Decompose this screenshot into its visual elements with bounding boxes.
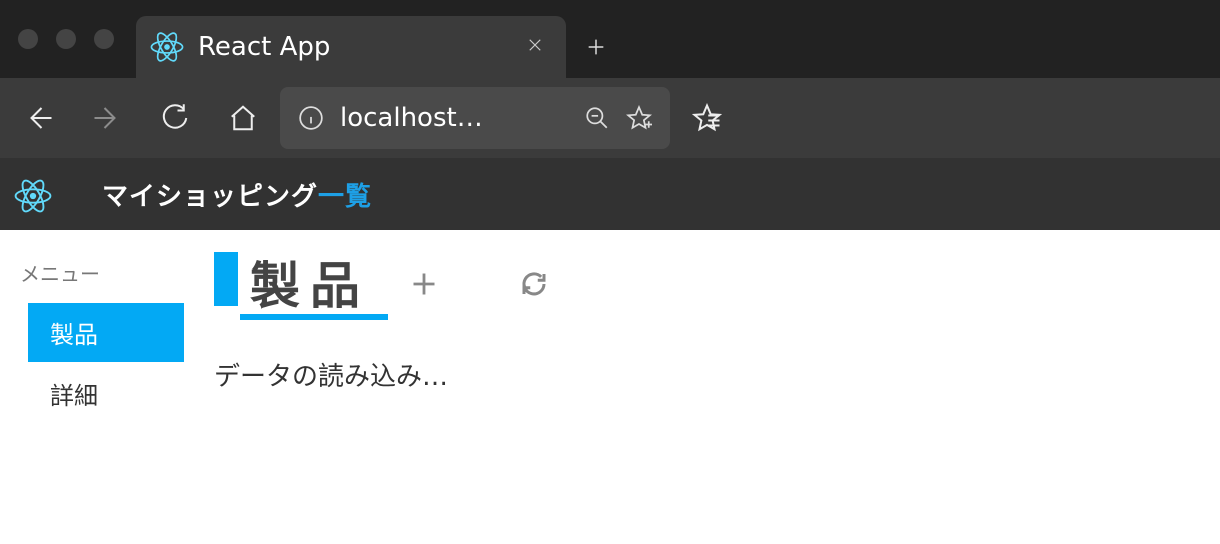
app-title: マイショッピング一覧 xyxy=(102,176,372,213)
react-logo-icon xyxy=(14,177,48,211)
new-tab-button[interactable] xyxy=(566,16,626,78)
refresh-button[interactable] xyxy=(518,268,550,300)
browser-toolbar: localhost… xyxy=(0,78,1220,158)
reload-button[interactable] xyxy=(144,87,206,149)
app-header: マイショッピング一覧 xyxy=(0,158,1220,230)
collections-button[interactable] xyxy=(676,87,738,149)
browser-tab[interactable]: React App xyxy=(136,16,566,78)
page-heading-text: 製品 xyxy=(214,246,382,322)
browser-chrome: React App localhost… xyxy=(0,0,1220,158)
add-button[interactable] xyxy=(408,268,440,300)
titlebar: React App xyxy=(0,0,1220,78)
address-text: localhost… xyxy=(340,103,568,133)
back-button[interactable] xyxy=(8,87,70,149)
address-bar[interactable]: localhost… xyxy=(280,87,670,149)
window-controls xyxy=(0,29,136,49)
sidebar-item-products[interactable]: 製品 xyxy=(28,303,184,362)
loading-text: データの読み込み… xyxy=(214,356,1196,393)
react-logo-icon xyxy=(150,30,184,64)
close-icon[interactable] xyxy=(526,35,544,60)
app-title-prefix: マイショッピング xyxy=(102,182,318,212)
menu-label: メニュー xyxy=(0,254,190,301)
app-title-highlight: 一覧 xyxy=(318,182,372,212)
content: 製品 データの読み込み… xyxy=(190,230,1220,544)
heading-row: 製品 xyxy=(214,246,1196,322)
window-control-maximize[interactable] xyxy=(94,29,114,49)
home-button[interactable] xyxy=(212,87,274,149)
window-control-minimize[interactable] xyxy=(56,29,76,49)
forward-button[interactable] xyxy=(76,87,138,149)
info-icon[interactable] xyxy=(298,105,324,131)
app-body: メニュー 製品 詳細 製品 データの読み込み… xyxy=(0,230,1220,544)
star-add-icon[interactable] xyxy=(626,105,652,131)
zoom-out-icon[interactable] xyxy=(584,105,610,131)
sidebar-item-details[interactable]: 詳細 xyxy=(28,364,184,423)
page-heading: 製品 xyxy=(214,246,382,322)
sidebar: メニュー 製品 詳細 xyxy=(0,230,190,544)
tab-title: React App xyxy=(198,32,512,62)
window-control-close[interactable] xyxy=(18,29,38,49)
